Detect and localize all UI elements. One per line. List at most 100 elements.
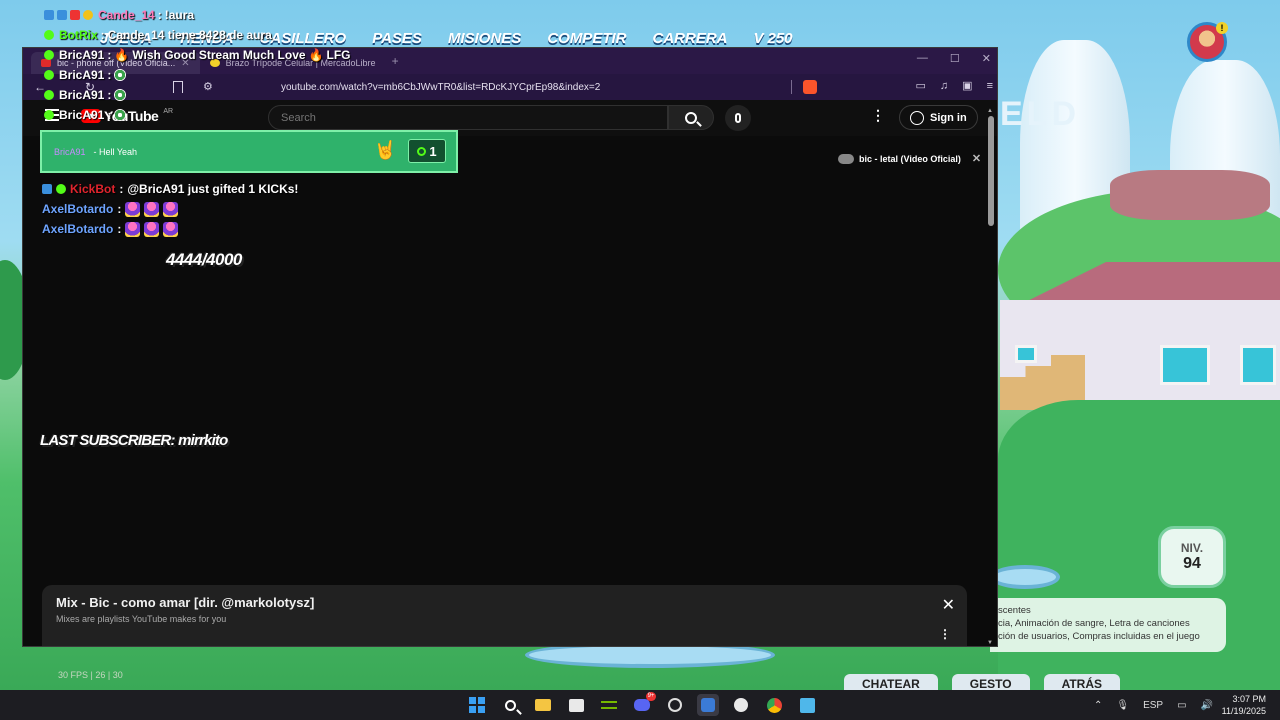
chat-text: Cande_14 tiene 8428 de aura bbox=[107, 28, 272, 42]
close-playlist-icon[interactable]: ✕ bbox=[942, 595, 955, 615]
window-controls: — ☐ ✕ bbox=[917, 52, 991, 65]
playlist-title[interactable]: Mix - Bic - como amar [dir. @markolotysz… bbox=[56, 595, 953, 610]
close-window-icon[interactable]: ✕ bbox=[982, 52, 991, 65]
fortnite-button[interactable] bbox=[796, 694, 818, 716]
microphone-icon[interactable]: 🎙 bbox=[1116, 700, 1129, 711]
cake-emote-icon bbox=[163, 201, 179, 217]
new-tab-icon[interactable]: + bbox=[392, 54, 399, 68]
language-indicator[interactable]: ESP bbox=[1143, 700, 1163, 711]
rock-hand-icon: 🤘 bbox=[374, 140, 397, 160]
chat-suffix: LFG bbox=[326, 48, 351, 62]
discord-icon bbox=[634, 699, 650, 711]
file-explorer-button[interactable] bbox=[532, 694, 554, 716]
game-nav-career[interactable]: CARRERA bbox=[652, 30, 727, 47]
feed-username: AxelBotardo bbox=[42, 222, 114, 236]
sidebar-icon[interactable]: ▭ bbox=[916, 79, 926, 92]
game-nav-quests[interactable]: MISIONES bbox=[448, 30, 521, 47]
last-subscriber-label: LAST SUBSCRIBER: mirrkito bbox=[40, 432, 228, 449]
rating-title: scentes bbox=[998, 605, 1031, 616]
chrome-button[interactable] bbox=[763, 694, 785, 716]
obs-button[interactable] bbox=[664, 694, 686, 716]
media-icon[interactable]: ♫ bbox=[940, 80, 948, 92]
vbucks-balance[interactable]: V 250 bbox=[753, 30, 792, 47]
discord-button[interactable]: 9+ bbox=[631, 692, 656, 716]
chat-username: BotRix bbox=[59, 28, 98, 42]
now-playing-chip[interactable]: bic - letal (Video Oficial) ✕ bbox=[838, 152, 981, 165]
pool-right bbox=[990, 565, 1060, 589]
vpn-icon[interactable]: ▣ bbox=[962, 79, 972, 92]
cake-emote-icon bbox=[144, 201, 160, 217]
cake-emote-icon bbox=[163, 221, 179, 237]
discord-badge: 9+ bbox=[646, 692, 656, 701]
address-separator bbox=[791, 80, 792, 94]
minimize-icon[interactable]: — bbox=[917, 52, 928, 65]
start-button[interactable] bbox=[466, 694, 488, 716]
clock-time: 3:07 PM bbox=[1232, 694, 1266, 704]
store-button[interactable] bbox=[565, 694, 587, 716]
menu-icon[interactable]: ≡ bbox=[987, 80, 993, 92]
taskbar-apps: 9+ bbox=[466, 692, 818, 716]
folder-icon bbox=[535, 699, 551, 711]
level-label: NIV. bbox=[1180, 541, 1204, 555]
steam-icon bbox=[734, 698, 748, 712]
brave-shields-icon[interactable] bbox=[803, 80, 817, 94]
taskbar-clock[interactable]: 3:07 PM 11/19/2025 bbox=[1222, 693, 1266, 717]
network-icon[interactable]: ▭ bbox=[1177, 700, 1186, 711]
chat-message: BricA91 : 🔥 Wish Good Stream Much Love 🔥… bbox=[44, 45, 351, 65]
maximize-icon[interactable]: ☐ bbox=[950, 52, 960, 65]
gift-count-badge: 1 bbox=[408, 139, 446, 163]
globe-emote-icon bbox=[114, 69, 127, 81]
badge-icon bbox=[42, 184, 52, 194]
chat-separator: : bbox=[107, 48, 112, 62]
tray-expand-icon[interactable]: ⌃ bbox=[1094, 700, 1102, 711]
taskbar-search-button[interactable] bbox=[499, 694, 521, 716]
hill-rock bbox=[1110, 170, 1270, 220]
sign-in-button[interactable]: Sign in bbox=[899, 105, 978, 130]
more-options-icon[interactable]: ⋮ bbox=[871, 107, 885, 124]
feed-separator: : bbox=[117, 222, 122, 236]
kick-gift-icon bbox=[417, 146, 427, 156]
volume-icon[interactable]: 🔊 bbox=[1201, 700, 1213, 711]
game-nav-passes[interactable]: PASES bbox=[372, 30, 422, 47]
chat-separator: : bbox=[157, 8, 162, 22]
scrollbar-thumb[interactable] bbox=[988, 116, 994, 226]
chat-message: BricA91 : bbox=[44, 65, 351, 85]
house-window bbox=[1240, 345, 1276, 385]
cake-emote-icon bbox=[125, 221, 141, 237]
chat-username: BricA91 bbox=[59, 88, 105, 102]
badge-icon bbox=[57, 10, 67, 20]
scroll-down-icon[interactable]: ▼ bbox=[987, 640, 993, 646]
badge-icon bbox=[44, 30, 54, 40]
fps-counter: 30 FPS | 26 | 30 bbox=[58, 670, 123, 680]
rating-panel: scentes cia, Animación de sangre, Letra … bbox=[990, 598, 1226, 652]
feed-message: AxelBotardo : bbox=[42, 219, 298, 239]
brave-icon bbox=[701, 698, 715, 712]
chat-separator: : bbox=[107, 88, 112, 102]
chat-username: BricA91 bbox=[59, 68, 105, 82]
globe-emote-icon bbox=[114, 89, 127, 101]
gift-message: - Hell Yeah bbox=[93, 146, 138, 157]
cake-emote-icon bbox=[125, 201, 141, 217]
close-icon[interactable]: ✕ bbox=[972, 152, 981, 165]
now-playing-title: bic - letal (Video Oficial) bbox=[859, 153, 961, 164]
voice-search-button[interactable] bbox=[725, 105, 751, 131]
steam-button[interactable] bbox=[730, 694, 752, 716]
search-button[interactable] bbox=[668, 105, 714, 130]
feed-message: KickBot : @BricA91 just gifted 1 KICKs! bbox=[42, 179, 298, 199]
nvidia-button[interactable] bbox=[598, 694, 620, 716]
chat-separator: : bbox=[107, 108, 112, 122]
system-tray: ⌃ 🎙 ESP ▭ 🔊 bbox=[1094, 690, 1213, 720]
browser-taskbar-button[interactable] bbox=[697, 694, 719, 716]
scroll-up-icon[interactable]: ▲ bbox=[987, 108, 993, 114]
badge-icon bbox=[44, 90, 54, 100]
chat-separator: : bbox=[100, 28, 105, 42]
playlist-panel[interactable]: Mix - Bic - como amar [dir. @markolotysz… bbox=[42, 585, 967, 646]
scrollbar[interactable]: ▲ ▼ bbox=[987, 108, 995, 646]
taskbar: 9+ ⌃ 🎙 ESP ▭ 🔊 3:07 PM 11/19/2025 bbox=[0, 690, 1280, 720]
video-thumbnail bbox=[838, 153, 854, 164]
playlist-more-icon[interactable]: ⋮ bbox=[939, 627, 951, 641]
badge-icon bbox=[56, 184, 66, 194]
game-nav-compete[interactable]: COMPETIR bbox=[547, 30, 626, 47]
sign-in-label: Sign in bbox=[930, 111, 967, 124]
vbucks-icon: V bbox=[753, 30, 764, 47]
